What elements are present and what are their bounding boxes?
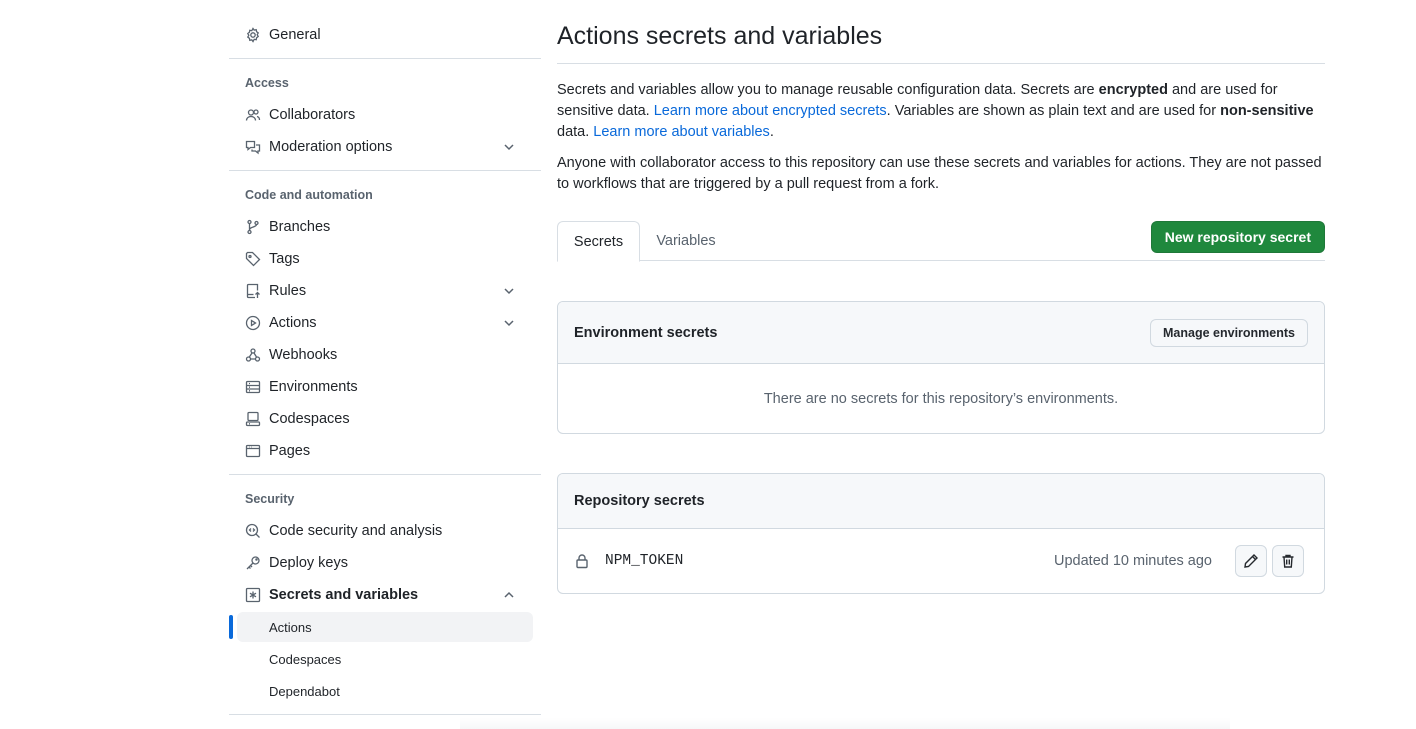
sidebar-item-rules[interactable]: Rules [245,277,533,305]
environment-secrets-empty-message: There are no secrets for this repository… [763,390,1119,407]
secret-updated-time: Updated 10 minutes ago [1054,553,1212,569]
sidebar-item-label: General [269,27,321,43]
new-repository-secret-button[interactable]: New repository secret [1150,221,1325,253]
chevron-down-icon[interactable] [501,315,517,331]
sidebar-item-label: Deploy keys [269,555,348,571]
intro-bold-encrypted: encrypted [1098,82,1168,98]
sidebar-subitem-codespaces[interactable]: Codespaces [237,644,533,674]
active-indicator [229,615,233,639]
chevron-down-icon[interactable] [501,283,517,299]
sidebar-item-label: Actions [269,315,317,331]
sidebar-item-label: Webhooks [269,347,338,363]
sidebar-item-secrets-variables[interactable]: Secrets and variables [245,581,533,609]
environment-secrets-header: Environment secrets Manage environments [558,302,1324,364]
sidebar-item-moderation[interactable]: Moderation options [245,133,533,161]
sidebar-item-collaborators[interactable]: Collaborators [245,101,533,129]
section-heading-access: Access [245,76,289,90]
sidebar-item-codespaces[interactable]: Codespaces [245,405,533,433]
environment-secrets-box: Environment secrets Manage environments … [557,301,1325,434]
sidebar-item-general[interactable]: General [245,21,533,49]
sidebar-item-label: Codespaces [269,411,350,427]
access-note: Anyone with collaborator access to this … [557,155,1322,192]
asterisk-box-icon [245,587,261,603]
repository-secrets-box: Repository secrets NPM_TOKEN Updated 10 … [557,473,1325,594]
sidebar-item-label: Pages [269,443,311,459]
tab-secrets[interactable]: Secrets [557,221,640,262]
codescan-icon [245,523,261,539]
webhook-icon [245,347,261,363]
bottom-fade [460,718,1230,729]
sidebar-item-label: Code security and analysis [269,523,443,539]
section-heading-security: Security [245,492,295,506]
intro-text: . [769,124,774,140]
sidebar-item-label: Rules [269,283,307,299]
secret-row: NPM_TOKEN Updated 10 minutes ago [558,529,1324,593]
sidebar-divider [229,58,541,59]
secret-name: NPM_TOKEN [605,553,684,569]
sidebar-divider [229,170,541,171]
sidebar-item-label: Tags [269,251,300,267]
learn-more-secrets-link[interactable]: Learn more about encrypted secrets [654,103,887,119]
tag-icon [245,251,261,267]
intro-bold-non-sensitive: non-sensitive [1220,103,1314,119]
sidebar-item-label: Environments [269,379,358,395]
sidebar-divider [229,714,541,715]
lock-icon [576,554,588,569]
pencil-icon [1244,554,1258,568]
sidebar-item-deploy-keys[interactable]: Deploy keys [245,549,533,577]
chevron-up-icon[interactable] [501,587,517,603]
sidebar-subitem-dependabot[interactable]: Dependabot [237,676,533,706]
sidebar-item-branches[interactable]: Branches [245,213,533,241]
learn-more-variables-link[interactable]: Learn more about variables [593,124,770,140]
browser-icon [245,443,261,459]
sidebar-item-webhooks[interactable]: Webhooks [245,341,533,369]
tab-variables[interactable]: Variables [641,221,731,261]
sidebar-item-label: Collaborators [269,107,356,123]
chevron-down-icon[interactable] [501,139,517,155]
codespaces-icon [245,411,261,427]
delete-secret-button[interactable] [1272,545,1304,577]
sidebar-item-label: Moderation options [269,139,393,155]
sidebar-item-actions[interactable]: Actions [245,309,533,337]
sidebar-item-code-security[interactable]: Code security and analysis [245,517,533,545]
sidebar-subitem-actions[interactable]: Actions [237,612,533,642]
page-title: Actions secrets and variables [557,22,883,50]
main-content: Actions secrets and variables Secrets an… [557,0,1325,729]
settings-sidebar: General Access Collaborators Moderation … [229,0,541,729]
play-icon [245,315,261,331]
comment-discussion-icon [245,139,261,155]
sidebar-item-tags[interactable]: Tags [245,245,533,273]
intro-text: Secrets and variables allow you to manag… [557,82,1099,98]
server-icon [245,379,261,395]
title-divider [557,63,1325,64]
trash-icon [1282,554,1294,568]
manage-environments-button[interactable]: Manage environments [1150,318,1308,347]
sidebar-item-label: Branches [269,219,331,235]
people-icon [245,107,261,123]
edit-secret-button[interactable] [1235,545,1267,577]
intro-text: . Variables are shown as plain text and … [886,103,1221,119]
section-heading-code-automation: Code and automation [245,188,373,202]
gear-icon [245,27,261,43]
intro-paragraph: Secrets and variables allow you to manag… [557,80,1325,143]
sidebar-item-pages[interactable]: Pages [245,437,533,465]
intro-text: data. [557,124,594,140]
git-branch-icon [245,219,261,235]
key-icon [245,555,261,571]
repository-secrets-header: Repository secrets [558,474,1324,529]
repository-secrets-heading: Repository secrets [574,493,705,509]
sidebar-item-label: Secrets and variables [269,587,419,603]
sidebar-item-environments[interactable]: Environments [245,373,533,401]
environment-secrets-heading: Environment secrets [574,324,718,341]
sidebar-divider [229,474,541,475]
repo-push-icon [245,283,261,299]
